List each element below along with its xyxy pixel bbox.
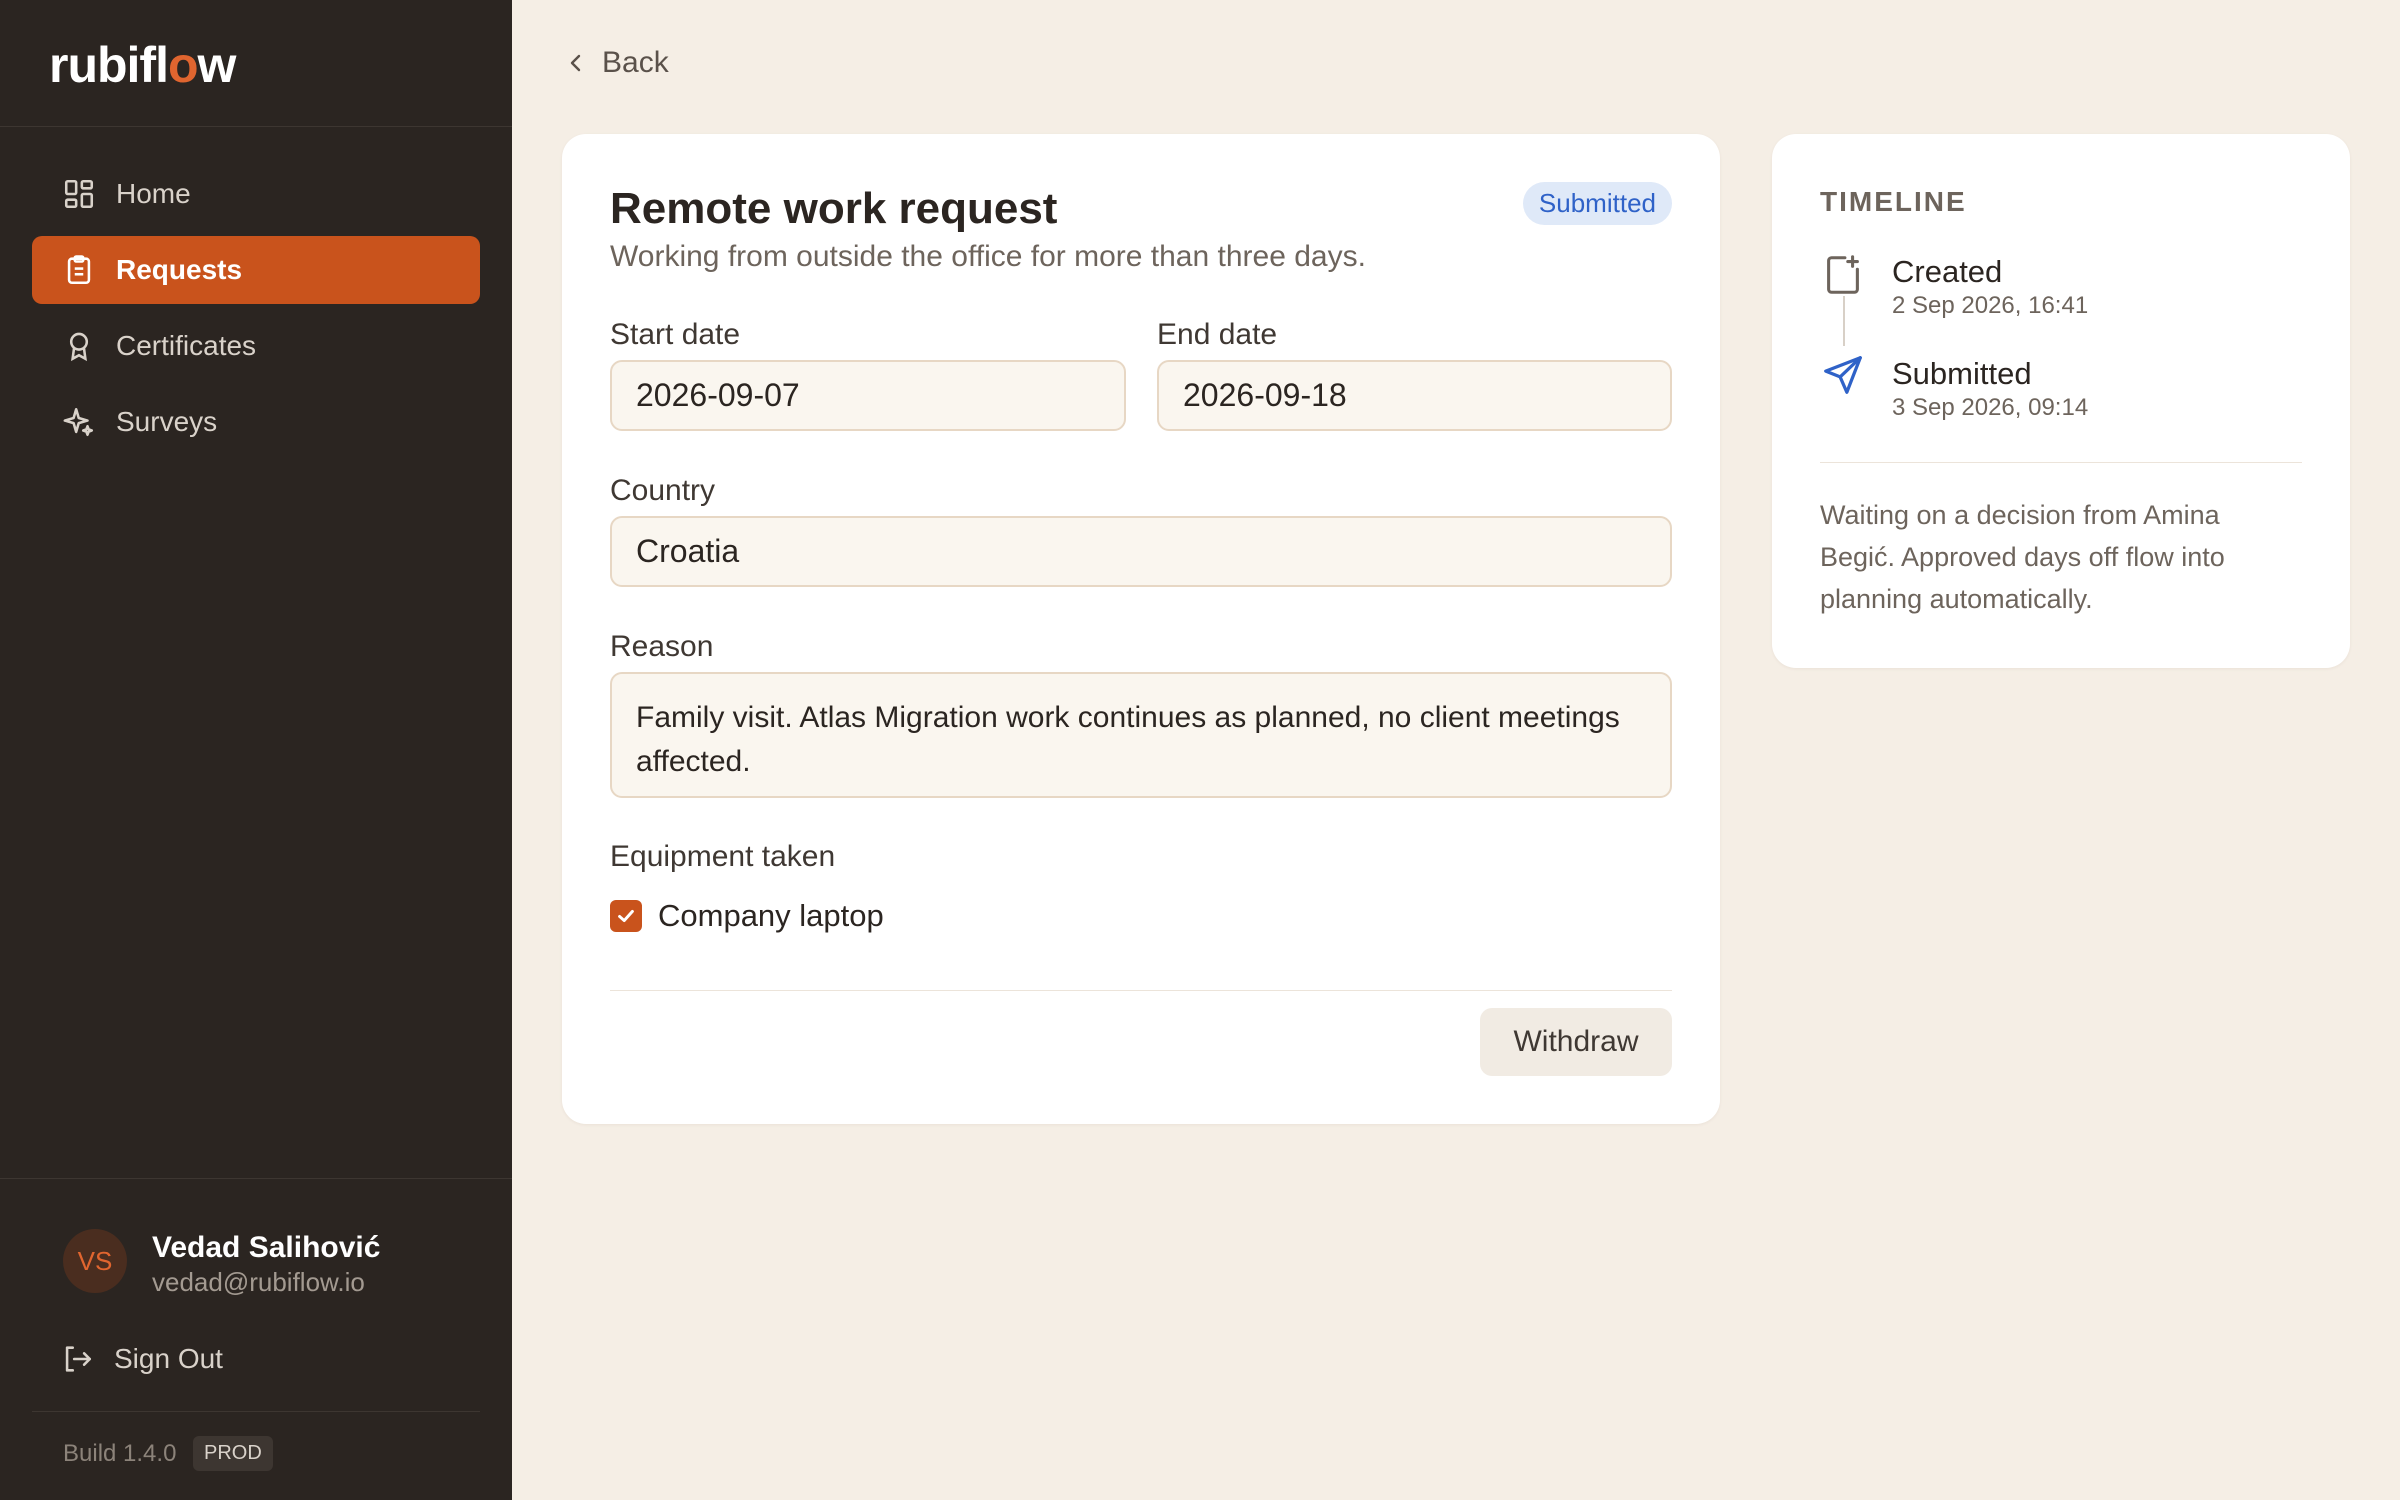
- clipboard-icon: [62, 253, 96, 287]
- sidebar-nav: Home Requests Certificates Surveys: [32, 160, 480, 464]
- grid-icon: [62, 177, 96, 211]
- status-badge: Submitted: [1522, 182, 1672, 225]
- sparkle-icon: [62, 405, 96, 439]
- divider: [610, 990, 1672, 991]
- timeline-note: Waiting on a decision from Amina Begić. …: [1820, 500, 2225, 614]
- timeline-event-time: 3 Sep 2026, 09:14: [1892, 394, 2089, 421]
- start-date-field[interactable]: 2026-09-07: [610, 360, 1126, 431]
- sign-out-label: Sign Out: [114, 1343, 223, 1374]
- avatar: VS: [63, 1229, 127, 1293]
- sidebar-item-label: Certificates: [116, 330, 257, 361]
- start-date-label: Start date: [610, 318, 741, 351]
- end-date-field[interactable]: 2026-09-18: [1157, 360, 1672, 431]
- sidebar: rubiflow Home Requests Certificates Surv…: [0, 0, 512, 1500]
- company-laptop-checkbox[interactable]: [610, 900, 642, 932]
- timeline-card: TIMELINE Created 2 Sep 2026, 16:41 Submi…: [1772, 134, 2350, 668]
- env-badge: PROD: [193, 1436, 273, 1471]
- sidebar-item-surveys[interactable]: Surveys: [32, 388, 480, 456]
- build-info: Build 1.4.0 PROD: [32, 1411, 480, 1500]
- build-version: Build 1.4.0: [63, 1440, 177, 1467]
- sidebar-item-requests[interactable]: Requests: [32, 236, 480, 304]
- country-label: Country: [610, 474, 716, 507]
- sidebar-item-label: Home: [116, 178, 191, 209]
- company-laptop-label[interactable]: Company laptop: [658, 898, 884, 934]
- sign-out-icon: [60, 1342, 94, 1376]
- sidebar-item-home[interactable]: Home: [32, 160, 480, 228]
- chevron-left-icon: [570, 54, 581, 72]
- check-icon: [618, 909, 634, 923]
- reason-textarea[interactable]: Family visit. Atlas Migration work conti…: [610, 672, 1672, 798]
- timeline-event-time: 2 Sep 2026, 16:41: [1892, 292, 2089, 319]
- award-icon: [62, 329, 96, 363]
- equipment-label: Equipment taken: [610, 840, 836, 873]
- page-title: Remote work request: [610, 184, 1058, 233]
- sign-out-button[interactable]: Sign Out: [60, 1339, 223, 1379]
- back-label: Back: [602, 46, 669, 79]
- withdraw-button[interactable]: Withdraw: [1480, 1008, 1672, 1076]
- file-plus-icon: [1820, 252, 1866, 298]
- sidebar-item-label: Requests: [116, 254, 243, 285]
- reason-label: Reason: [610, 630, 714, 663]
- timeline-connector: [1843, 296, 1845, 346]
- send-icon: [1820, 352, 1866, 398]
- country-field[interactable]: Croatia: [610, 516, 1672, 587]
- divider: [1820, 462, 2302, 463]
- request-card: Remote work request Submitted Working fr…: [562, 134, 1720, 1124]
- request-subtitle: Working from outside the office for more…: [610, 240, 1366, 273]
- user-name: Vedad Salihović: [152, 1231, 381, 1264]
- brand-logo[interactable]: rubiflow: [49, 36, 236, 94]
- sidebar-footer: VS Vedad Salihović vedad@rubiflow.io Sig…: [0, 1178, 512, 1471]
- user-profile[interactable]: VS Vedad Salihović vedad@rubiflow.io: [63, 1229, 483, 1297]
- user-email: vedad@rubiflow.io: [152, 1267, 365, 1297]
- back-link[interactable]: Back: [564, 46, 669, 80]
- timeline-event-title: Submitted: [1892, 356, 2032, 391]
- timeline-heading: TIMELINE: [1820, 186, 1967, 217]
- end-date-label: End date: [1157, 318, 1278, 351]
- logo-row: rubiflow: [0, 0, 512, 127]
- sidebar-item-label: Surveys: [116, 406, 218, 437]
- sidebar-item-certificates[interactable]: Certificates: [32, 312, 480, 380]
- timeline-event-title: Created: [1892, 254, 2003, 289]
